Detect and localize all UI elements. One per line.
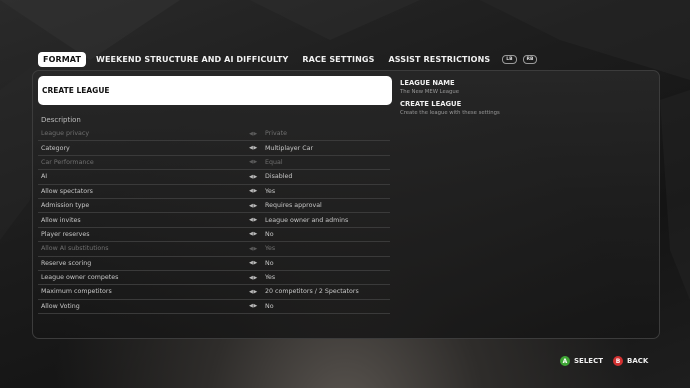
setting-value: Disabled [265, 173, 293, 181]
selector-arrows-icon[interactable]: ◀ ▶ [249, 289, 265, 295]
setting-row-player-reserves[interactable]: Player reserves ◀ ▶ No [38, 228, 390, 243]
settings-list: League privacy ◀ ▶ Private Category ◀ ▶ … [38, 127, 390, 315]
back-prompt-label[interactable]: BACK [627, 357, 648, 365]
setting-label: AI [41, 173, 48, 181]
selector-arrows-icon: ◀ ▶ [249, 130, 257, 137]
selector-arrows-icon: ◀ ▶ [249, 245, 257, 252]
selector-arrows-icon[interactable]: ◀ ▶ [249, 188, 265, 194]
setting-value: 20 competitors / 2 Spectators [265, 288, 359, 296]
setting-value: No [265, 259, 274, 267]
setting-label: Category [41, 144, 70, 152]
setting-row-allow-invites[interactable]: Allow invites ◀ ▶ League owner and admin… [38, 213, 390, 228]
league-name-heading: LEAGUE NAME [400, 79, 455, 87]
info-panel: LEAGUE NAME The New MEW League CREATE LE… [400, 79, 640, 121]
rb-bumper-icon[interactable]: RB [522, 55, 538, 64]
selector-arrows-icon[interactable]: ◀ ▶ [249, 303, 265, 309]
create-league-button[interactable]: CREATE LEAGUE [38, 76, 392, 105]
league-name-value: The New MEW League [400, 89, 459, 95]
description-label: Description [41, 116, 81, 124]
setting-row-league-privacy: League privacy ◀ ▶ Private [38, 127, 390, 142]
setting-row-allow-voting[interactable]: Allow Voting ◀ ▶ No [38, 300, 390, 315]
setting-row-ai[interactable]: AI ◀ ▶ Disabled [38, 170, 390, 185]
setting-value: Private [265, 130, 287, 138]
setting-value: Requires approval [265, 202, 322, 210]
tab-race-settings[interactable]: RACE SETTINGS [298, 52, 378, 67]
setting-row-allow-spectators[interactable]: Allow spectators ◀ ▶ Yes [38, 185, 390, 199]
setting-value: Multiplayer Car [265, 144, 314, 152]
setting-row-car-performance: Car Performance ◀ ▶ Equal [38, 156, 390, 171]
setting-row-admission-type[interactable]: Admission type ◀ ▶ Requires approval [38, 199, 390, 214]
setting-label: Maximum competitors [41, 288, 112, 296]
setting-value: No [265, 302, 274, 310]
setting-label: Admission type [41, 202, 90, 210]
setting-label: League privacy [41, 130, 90, 138]
selector-arrows-icon[interactable]: ◀ ▶ [249, 275, 265, 281]
select-prompt-label[interactable]: SELECT [574, 357, 603, 365]
button-prompts: A SELECT B BACK [560, 356, 654, 366]
b-button-icon[interactable]: B [612, 356, 623, 366]
tab-assist-restrictions[interactable]: ASSIST RESTRICTIONS [384, 52, 494, 67]
selector-arrows-icon: ◀ ▶ [249, 159, 257, 166]
selector-arrows-icon[interactable]: ◀ ▶ [249, 145, 265, 151]
setting-label: Player reserves [41, 230, 90, 238]
setting-label: Allow spectators [41, 187, 93, 195]
setting-value: Yes [265, 187, 276, 195]
setting-value: No [265, 230, 274, 238]
setting-row-category[interactable]: Category ◀ ▶ Multiplayer Car [38, 141, 390, 156]
setting-row-reserve-scoring[interactable]: Reserve scoring ◀ ▶ No [38, 257, 390, 271]
setting-value: League owner and admins [265, 216, 349, 224]
setting-label: Allow Voting [41, 302, 80, 310]
selector-arrows-icon[interactable]: ◀ ▶ [249, 217, 265, 223]
create-league-description: Create the league with these settings [400, 110, 500, 116]
selector-arrows-icon[interactable]: ◀ ▶ [249, 231, 265, 237]
setting-label: Allow AI substitutions [41, 245, 109, 253]
setting-value: Yes [265, 274, 276, 282]
a-button-icon[interactable]: A [560, 356, 570, 366]
setting-row-allow-ai-substitutions: Allow AI substitutions ◀ ▶ Yes [38, 242, 390, 257]
setting-label: League owner competes [41, 274, 119, 282]
setting-row-league-owner-competes[interactable]: League owner competes ◀ ▶ Yes [38, 271, 390, 286]
tab-weekend-structure[interactable]: WEEKEND STRUCTURE AND AI DIFFICULTY [92, 52, 292, 67]
setting-label: Reserve scoring [41, 259, 92, 267]
tab-format[interactable]: FORMAT [38, 52, 87, 67]
setting-value: Equal [265, 158, 283, 166]
selector-arrows-icon[interactable]: ◀ ▶ [249, 174, 265, 180]
selector-arrows-icon[interactable]: ◀ ▶ [249, 260, 265, 266]
create-league-heading: CREATE LEAGUE [400, 100, 462, 108]
setting-row-maximum-competitors[interactable]: Maximum competitors ◀ ▶ 20 competitors /… [38, 285, 390, 300]
setting-label: Allow invites [41, 216, 81, 224]
setting-label: Car Performance [41, 158, 94, 166]
setting-value: Yes [265, 245, 276, 253]
lb-bumper-icon[interactable]: LB [502, 55, 517, 64]
settings-tabs: FORMAT WEEKEND STRUCTURE AND AI DIFFICUL… [38, 52, 538, 67]
selector-arrows-icon[interactable]: ◀ ▶ [249, 203, 265, 209]
